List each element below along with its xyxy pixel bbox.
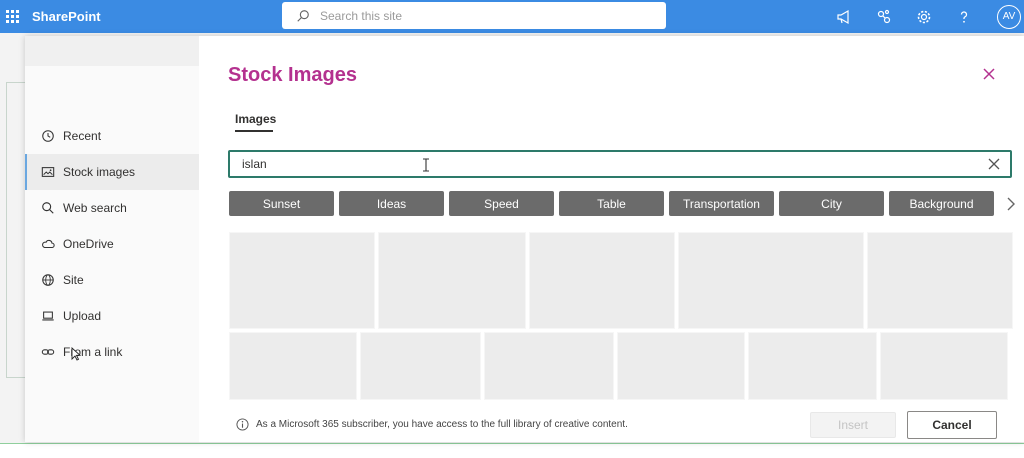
nav-item-onedrive[interactable]: OneDrive	[25, 226, 199, 262]
waffle-icon[interactable]	[2, 10, 22, 23]
tab-underline	[235, 130, 273, 132]
suggestion-chips: Sunset Ideas Speed Table Transportation …	[229, 191, 994, 216]
nav-label: OneDrive	[63, 237, 114, 251]
nav-item-upload[interactable]: Upload	[25, 298, 199, 334]
image-search-field	[228, 150, 1012, 178]
globe-icon	[40, 273, 55, 288]
nav-label: Site	[63, 273, 84, 287]
background-frame	[6, 82, 26, 378]
search-icon	[297, 9, 309, 22]
avatar[interactable]: AV	[997, 4, 1021, 29]
chip-table[interactable]: Table	[559, 191, 664, 216]
nav-item-web-search[interactable]: Web search	[25, 190, 199, 226]
image-results-grid	[229, 232, 1013, 400]
suite-bar: SharePoint Search this site AV	[0, 0, 1024, 33]
chip-speed[interactable]: Speed	[449, 191, 554, 216]
image-tile[interactable]	[229, 232, 375, 329]
source-nav: Recent Stock images Web search OneDrive …	[25, 36, 199, 442]
image-tile[interactable]	[748, 332, 877, 400]
cancel-button[interactable]: Cancel	[907, 411, 997, 439]
image-tile[interactable]	[484, 332, 614, 400]
image-tile[interactable]	[880, 332, 1008, 400]
chip-ideas[interactable]: Ideas	[339, 191, 444, 216]
nav-item-site[interactable]: Site	[25, 262, 199, 298]
image-search-input[interactable]	[242, 156, 962, 172]
stock-images-dialog: Recent Stock images Web search OneDrive …	[25, 36, 1024, 442]
image-icon	[40, 165, 55, 180]
chip-sunset[interactable]: Sunset	[229, 191, 334, 216]
nav-label: Web search	[63, 201, 127, 215]
chip-background[interactable]: Background	[889, 191, 994, 216]
nav-item-stock-images[interactable]: Stock images	[25, 154, 199, 190]
chip-city[interactable]: City	[779, 191, 884, 216]
laptop-icon	[40, 309, 55, 324]
image-tile[interactable]	[867, 232, 1013, 329]
link-icon	[40, 345, 55, 360]
tab-images[interactable]: Images	[235, 112, 276, 126]
info-text: As a Microsoft 365 subscriber, you have …	[256, 419, 628, 430]
share-network-icon[interactable]	[864, 0, 904, 33]
image-tile[interactable]	[617, 332, 745, 400]
image-tile[interactable]	[678, 232, 864, 329]
text-cursor-icon	[423, 158, 429, 172]
nav-label: Upload	[63, 309, 102, 323]
help-icon[interactable]	[944, 0, 984, 33]
cloud-icon	[40, 237, 55, 252]
nav-item-from-a-link[interactable]: From a link	[25, 334, 199, 370]
clock-icon	[40, 129, 55, 144]
mouse-cursor-icon	[71, 347, 81, 361]
image-tile[interactable]	[529, 232, 675, 329]
chip-transportation[interactable]: Transportation	[669, 191, 774, 216]
dialog-title: Stock Images	[228, 64, 357, 86]
nav-item-recent[interactable]: Recent	[25, 118, 199, 154]
nav-label: Stock images	[63, 165, 136, 179]
subscription-info: As a Microsoft 365 subscriber, you have …	[236, 418, 628, 431]
nav-label: Recent	[63, 129, 102, 143]
image-tile[interactable]	[229, 332, 357, 400]
megaphone-icon[interactable]	[824, 0, 864, 33]
search-icon	[40, 201, 55, 216]
site-search-box[interactable]: Search this site	[282, 2, 666, 29]
chevron-right-icon[interactable]	[1005, 196, 1017, 212]
insert-button[interactable]: Insert	[810, 412, 896, 438]
gear-icon[interactable]	[904, 0, 944, 33]
image-tile[interactable]	[378, 232, 526, 329]
app-brand[interactable]: SharePoint	[32, 9, 101, 24]
image-tile[interactable]	[360, 332, 481, 400]
close-icon[interactable]	[981, 66, 997, 82]
background-footer	[0, 443, 1024, 458]
info-icon	[236, 418, 249, 431]
search-placeholder: Search this site	[320, 8, 403, 23]
clear-search-icon[interactable]	[988, 158, 1000, 170]
